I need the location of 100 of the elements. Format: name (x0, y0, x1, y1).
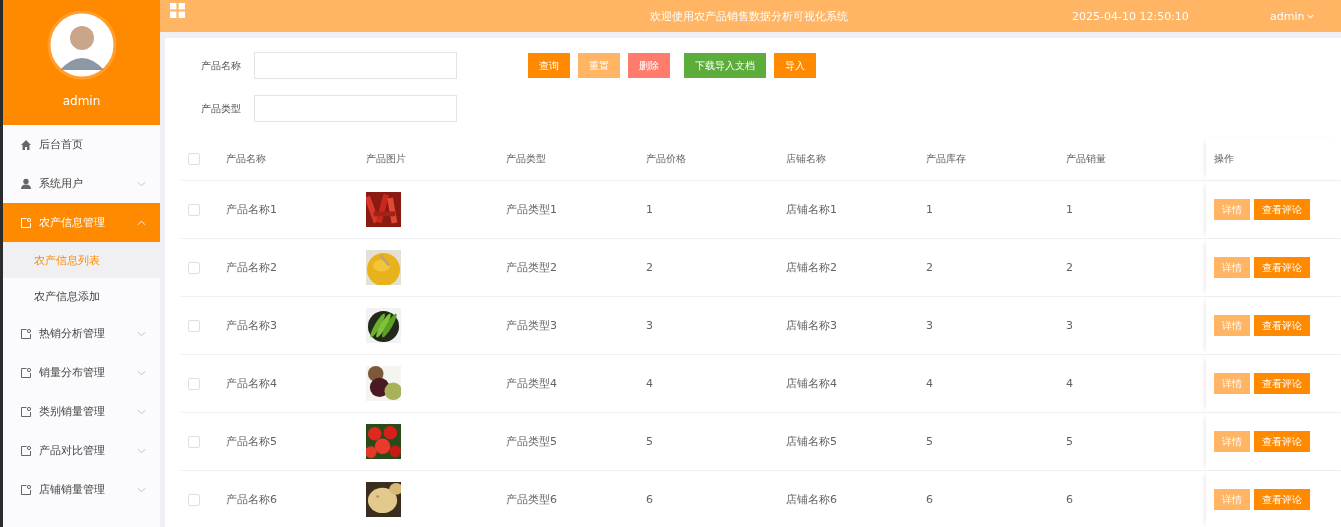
action-button[interactable]: 下载导入文档 (684, 53, 766, 78)
caret-icon (1307, 13, 1315, 19)
system-title: 欢迎使用农产品销售数据分析可视化系统 (650, 8, 849, 24)
table-cell: 4 (1066, 377, 1073, 390)
menu-item[interactable]: 后台首页 (3, 125, 160, 164)
chevron-icon (137, 447, 146, 454)
table-cell: 产品名称5 (226, 434, 277, 449)
document-icon (20, 405, 32, 418)
menu-item[interactable]: 热销分析管理 (3, 314, 160, 353)
checkbox[interactable] (188, 203, 200, 216)
column-header: 店铺名称 (786, 152, 826, 166)
table-cell: 6 (646, 493, 653, 506)
comments-button[interactable]: 查看评论 (1254, 199, 1310, 220)
field-label: 产品名称 (200, 58, 241, 73)
table-cell: 4 (926, 377, 933, 390)
document-icon (20, 444, 32, 457)
chevron-icon (137, 486, 146, 493)
details-button[interactable]: 详情 (1214, 489, 1250, 510)
datetime: 2025-04-10 12:50:10 (1072, 9, 1190, 23)
chevron-icon (137, 408, 146, 415)
checkbox[interactable] (188, 435, 200, 448)
table-cell: 店铺名称6 (786, 492, 837, 507)
menu-item[interactable]: 销量分布管理 (3, 353, 160, 392)
details-button[interactable]: 详情 (1214, 373, 1250, 394)
menu-item[interactable]: 店铺销量管理 (3, 470, 160, 509)
column-header: 产品销量 (1066, 152, 1106, 166)
details-button[interactable]: 详情 (1214, 315, 1250, 336)
avatar (46, 10, 117, 80)
table-cell: 产品类型2 (506, 260, 557, 275)
table-cell: 2 (646, 261, 653, 274)
action-button[interactable]: 重置 (578, 53, 620, 78)
comments-button[interactable]: 查看评论 (1254, 373, 1310, 394)
table-cell: 1 (1066, 203, 1073, 216)
checkbox[interactable] (188, 493, 200, 506)
table-cell: 1 (646, 203, 653, 216)
column-header: 产品图片 (366, 152, 406, 166)
comments-button[interactable]: 查看评论 (1254, 257, 1310, 278)
table-cell: 3 (646, 319, 653, 332)
column-header: 产品价格 (646, 152, 686, 166)
comments-button[interactable]: 查看评论 (1254, 431, 1310, 452)
table-cell: 6 (926, 493, 933, 506)
menu-item[interactable]: 农产信息管理 (3, 203, 160, 242)
action-button[interactable]: 查询 (528, 53, 570, 78)
document-icon (20, 483, 32, 496)
checkbox[interactable] (188, 153, 200, 165)
comments-button[interactable]: 查看评论 (1254, 315, 1310, 336)
username: admin (62, 94, 101, 108)
table-cell: 产品名称1 (226, 202, 277, 217)
table-cell: 3 (1066, 319, 1073, 332)
details-button[interactable]: 详情 (1214, 431, 1250, 452)
table-cell: 2 (1066, 261, 1073, 274)
action-button[interactable]: 删除 (628, 53, 670, 78)
table-cell: 5 (926, 435, 933, 448)
table-cell: 产品名称2 (226, 260, 277, 275)
menu-item[interactable]: 类别销量管理 (3, 392, 160, 431)
table-cell: 产品名称6 (226, 492, 277, 507)
table-cell: 产品类型3 (506, 318, 557, 333)
table-cell: 店铺名称1 (786, 202, 837, 217)
details-button[interactable]: 详情 (1214, 199, 1250, 220)
grid-menu-icon[interactable] (170, 2, 185, 18)
chevron-icon (137, 219, 146, 226)
table-cell: 4 (646, 377, 653, 390)
table-cell: 5 (646, 435, 653, 448)
table-cell: 产品名称3 (226, 318, 277, 333)
input-field[interactable] (254, 95, 457, 122)
table-cell: 5 (1066, 435, 1073, 448)
submenu-item[interactable]: 农产信息列表 (3, 242, 160, 278)
checkbox[interactable] (188, 261, 200, 274)
checkbox[interactable] (188, 319, 200, 332)
column-header: 产品类型 (506, 152, 546, 166)
table-cell: 店铺名称5 (786, 434, 837, 449)
document-icon (20, 216, 32, 229)
table-cell: 2 (926, 261, 933, 274)
field-label: 产品类型 (200, 101, 241, 116)
column-header: 产品名称 (226, 152, 266, 166)
input-field[interactable] (254, 52, 457, 79)
checkbox[interactable] (188, 377, 200, 390)
user-menu[interactable]: admin (1270, 9, 1315, 23)
chevron-icon (137, 330, 146, 337)
menu-item[interactable]: 系统用户 (3, 164, 160, 203)
submenu-item[interactable]: 农产信息添加 (3, 278, 160, 314)
table-cell: 店铺名称2 (786, 260, 837, 275)
comments-button[interactable]: 查看评论 (1254, 489, 1310, 510)
table-cell: 产品类型1 (506, 202, 557, 217)
details-button[interactable]: 详情 (1214, 257, 1250, 278)
document-icon (20, 327, 32, 340)
table-cell: 产品类型4 (506, 376, 557, 391)
table-cell: 店铺名称3 (786, 318, 837, 333)
user-icon (20, 177, 32, 190)
column-header: 操作 (1214, 152, 1234, 166)
action-button[interactable]: 导入 (774, 53, 816, 78)
column-header: 产品库存 (926, 152, 966, 166)
table-cell: 店铺名称4 (786, 376, 837, 391)
table-cell: 产品名称4 (226, 376, 277, 391)
document-icon (20, 366, 32, 379)
table-cell: 1 (926, 203, 933, 216)
table-cell: 3 (926, 319, 933, 332)
home-icon (20, 138, 32, 151)
table-cell: 6 (1066, 493, 1073, 506)
menu-item[interactable]: 产品对比管理 (3, 431, 160, 470)
